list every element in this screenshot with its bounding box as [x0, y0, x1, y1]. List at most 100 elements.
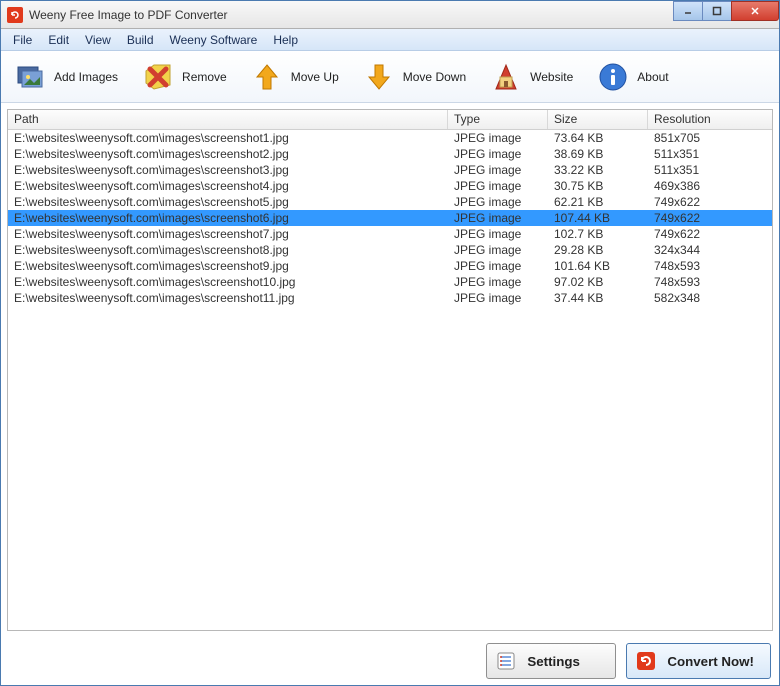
- cell-size: 33.22 KB: [548, 162, 648, 178]
- cell-path: E:\websites\weenysoft.com\images\screens…: [8, 178, 448, 194]
- maximize-button[interactable]: [702, 1, 732, 21]
- cell-path: E:\websites\weenysoft.com\images\screens…: [8, 194, 448, 210]
- cell-resolution: 469x386: [648, 178, 758, 194]
- menu-view[interactable]: View: [77, 31, 119, 49]
- column-header-resolution[interactable]: Resolution: [648, 110, 758, 129]
- table-row[interactable]: E:\websites\weenysoft.com\images\screens…: [8, 146, 772, 162]
- table-row[interactable]: E:\websites\weenysoft.com\images\screens…: [8, 210, 772, 226]
- table-row[interactable]: E:\websites\weenysoft.com\images\screens…: [8, 194, 772, 210]
- cell-type: JPEG image: [448, 162, 548, 178]
- cell-resolution: 748x593: [648, 274, 758, 290]
- bottombar: Settings Convert Now!: [1, 637, 779, 685]
- cell-size: 97.02 KB: [548, 274, 648, 290]
- movedown-button[interactable]: Move Down: [356, 57, 481, 97]
- about-button[interactable]: About: [590, 57, 683, 97]
- cell-resolution: 582x348: [648, 290, 758, 306]
- remove-button[interactable]: Remove: [135, 57, 242, 97]
- toolbar: Add Images Remove Move Up Move Down Website A…: [1, 51, 779, 103]
- cell-resolution: 749x622: [648, 194, 758, 210]
- cell-size: 37.44 KB: [548, 290, 648, 306]
- table-row[interactable]: E:\websites\weenysoft.com\images\screens…: [8, 130, 772, 146]
- cell-type: JPEG image: [448, 258, 548, 274]
- menu-edit[interactable]: Edit: [40, 31, 77, 49]
- cell-type: JPEG image: [448, 290, 548, 306]
- cell-resolution: 511x351: [648, 162, 758, 178]
- settings-button[interactable]: Settings: [486, 643, 616, 679]
- cell-resolution: 749x622: [648, 226, 758, 242]
- app-window: Weeny Free Image to PDF Converter FileEd…: [0, 0, 780, 686]
- content-area: Path Type Size Resolution E:\websites\we…: [1, 103, 779, 637]
- add-icon: [14, 61, 46, 93]
- table-row[interactable]: E:\websites\weenysoft.com\images\screens…: [8, 162, 772, 178]
- menu-weeny-software[interactable]: Weeny Software: [162, 31, 266, 49]
- file-list: Path Type Size Resolution E:\websites\we…: [7, 109, 773, 631]
- cell-size: 101.64 KB: [548, 258, 648, 274]
- about-icon: [597, 61, 629, 93]
- cell-path: E:\websites\weenysoft.com\images\screens…: [8, 146, 448, 162]
- moveup-button[interactable]: Move Up: [244, 57, 354, 97]
- website-label: Website: [530, 70, 573, 84]
- about-label: About: [637, 70, 668, 84]
- movedown-label: Move Down: [403, 70, 466, 84]
- column-header-type[interactable]: Type: [448, 110, 548, 129]
- cell-resolution: 749x622: [648, 210, 758, 226]
- menu-file[interactable]: File: [5, 31, 40, 49]
- settings-icon: [495, 650, 517, 672]
- cell-path: E:\websites\weenysoft.com\images\screens…: [8, 290, 448, 306]
- convert-button-label: Convert Now!: [667, 654, 754, 669]
- cell-size: 62.21 KB: [548, 194, 648, 210]
- cell-type: JPEG image: [448, 226, 548, 242]
- cell-resolution: 324x344: [648, 242, 758, 258]
- cell-path: E:\websites\weenysoft.com\images\screens…: [8, 274, 448, 290]
- settings-button-label: Settings: [527, 654, 580, 669]
- cell-type: JPEG image: [448, 146, 548, 162]
- cell-resolution: 748x593: [648, 258, 758, 274]
- cell-path: E:\websites\weenysoft.com\images\screens…: [8, 242, 448, 258]
- close-button[interactable]: [731, 1, 779, 21]
- moveup-label: Move Up: [291, 70, 339, 84]
- table-row[interactable]: E:\websites\weenysoft.com\images\screens…: [8, 178, 772, 194]
- app-icon: [7, 7, 23, 23]
- table-row[interactable]: E:\websites\weenysoft.com\images\screens…: [8, 242, 772, 258]
- cell-resolution: 511x351: [648, 146, 758, 162]
- window-title: Weeny Free Image to PDF Converter: [29, 8, 228, 22]
- add-button[interactable]: Add Images: [7, 57, 133, 97]
- cell-type: JPEG image: [448, 210, 548, 226]
- cell-type: JPEG image: [448, 274, 548, 290]
- movedown-icon: [363, 61, 395, 93]
- table-row[interactable]: E:\websites\weenysoft.com\images\screens…: [8, 274, 772, 290]
- cell-size: 107.44 KB: [548, 210, 648, 226]
- column-header-path[interactable]: Path: [8, 110, 448, 129]
- cell-type: JPEG image: [448, 194, 548, 210]
- cell-resolution: 851x705: [648, 130, 758, 146]
- cell-type: JPEG image: [448, 178, 548, 194]
- remove-label: Remove: [182, 70, 227, 84]
- cell-size: 102.7 KB: [548, 226, 648, 242]
- window-controls: [674, 1, 779, 21]
- menu-build[interactable]: Build: [119, 31, 162, 49]
- cell-size: 38.69 KB: [548, 146, 648, 162]
- table-row[interactable]: E:\websites\weenysoft.com\images\screens…: [8, 258, 772, 274]
- column-header-size[interactable]: Size: [548, 110, 648, 129]
- convert-button[interactable]: Convert Now!: [626, 643, 771, 679]
- titlebar[interactable]: Weeny Free Image to PDF Converter: [1, 1, 779, 29]
- minimize-button[interactable]: [673, 1, 703, 21]
- cell-path: E:\websites\weenysoft.com\images\screens…: [8, 258, 448, 274]
- cell-path: E:\websites\weenysoft.com\images\screens…: [8, 210, 448, 226]
- menubar: FileEditViewBuildWeeny SoftwareHelp: [1, 29, 779, 51]
- convert-icon: [635, 650, 657, 672]
- menu-help[interactable]: Help: [265, 31, 306, 49]
- cell-path: E:\websites\weenysoft.com\images\screens…: [8, 162, 448, 178]
- list-body[interactable]: E:\websites\weenysoft.com\images\screens…: [8, 130, 772, 630]
- cell-type: JPEG image: [448, 242, 548, 258]
- website-button[interactable]: Website: [483, 57, 588, 97]
- cell-path: E:\websites\weenysoft.com\images\screens…: [8, 226, 448, 242]
- moveup-icon: [251, 61, 283, 93]
- cell-type: JPEG image: [448, 130, 548, 146]
- website-icon: [490, 61, 522, 93]
- table-row[interactable]: E:\websites\weenysoft.com\images\screens…: [8, 226, 772, 242]
- cell-size: 30.75 KB: [548, 178, 648, 194]
- add-label: Add Images: [54, 70, 118, 84]
- table-row[interactable]: E:\websites\weenysoft.com\images\screens…: [8, 290, 772, 306]
- cell-size: 73.64 KB: [548, 130, 648, 146]
